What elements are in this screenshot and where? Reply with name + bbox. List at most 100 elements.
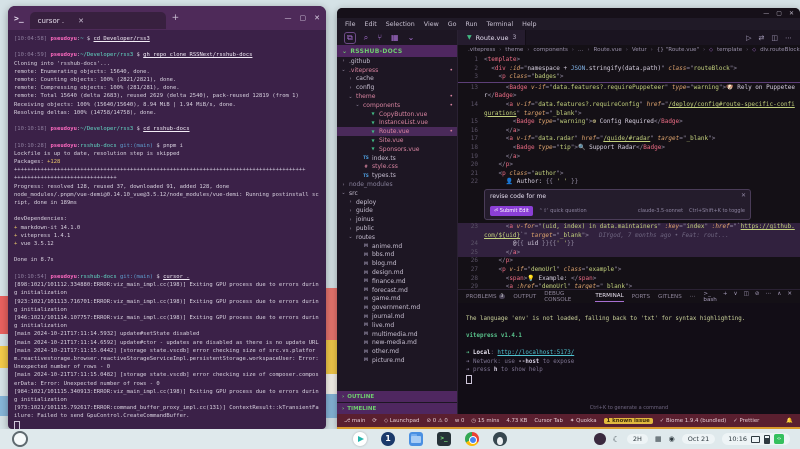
code-line[interactable]: 3 <p class="badges"> (458, 73, 800, 83)
code-line[interactable]: 20 </p> (458, 161, 800, 170)
tree-folder-deploy[interactable]: ›deploy (337, 198, 457, 207)
breadcrumb-item[interactable]: template (717, 47, 742, 53)
code-line[interactable]: 28 <span>💡 Example: </span> (458, 275, 800, 284)
code-line[interactable]: 17 <a v-if="data.radar" href="/guide/#ra… (458, 135, 800, 144)
vscode-titlebar[interactable]: — ▢ ✕ (337, 8, 800, 18)
menu-file[interactable]: File (345, 21, 356, 28)
tree-folder-config[interactable]: ›config (337, 83, 457, 92)
tab-route-vue[interactable]: ▼ Route.vue 3 (458, 30, 526, 45)
code-editor[interactable]: 1<template>2 <div :id="namespace + JSON.… (458, 55, 800, 289)
model-selector[interactable]: claude-3.5-sonnet (638, 207, 683, 216)
status-item-15-mins[interactable]: ◷ 15 mins (471, 418, 499, 424)
code-line[interactable]: 14 <a v-if="data.features?.requireConfig… (458, 101, 800, 118)
terminal-tab[interactable]: cursor . ✕ (30, 12, 166, 29)
tree-file-CopyButton.vue[interactable]: ▼CopyButton.vue (337, 110, 457, 119)
editor-action-icon[interactable]: ◫ (771, 34, 778, 42)
status-tray[interactable]: ☾ 2H ▦ ◉ Oct 21 10:16 ‹› (594, 433, 800, 445)
status-item-quokka[interactable]: ✦ Quokka (570, 418, 597, 424)
code-line[interactable]: 1<template> (458, 56, 800, 65)
minimize-icon[interactable]: — (763, 10, 769, 17)
code-line[interactable]: 2 <div :id="namespace + JSON.stringify(d… (458, 65, 800, 74)
status-item-[interactable]: ⟳ (372, 418, 377, 424)
tree-file-multimedia.md[interactable]: Mmultimedia.md (337, 330, 457, 339)
code-line[interactable]: 26 </p> (458, 257, 800, 266)
source-control-icon[interactable]: ⑂ (377, 33, 382, 42)
tree-file-Sponsors.vue[interactable]: ▼Sponsors.vue (337, 145, 457, 154)
tree-folder-.github[interactable]: ›.github (337, 57, 457, 66)
panel-control-icon[interactable]: ∨ (734, 291, 738, 303)
tree-file-Site.vue[interactable]: ▼Site.vue (337, 136, 457, 145)
tree-file-blog.md[interactable]: Mblog.md (337, 259, 457, 268)
menu-selection[interactable]: Selection (386, 21, 415, 28)
code-line[interactable]: 13 <Badge v-if="data.features?.requirePu… (458, 84, 800, 101)
minimize-icon[interactable]: — (285, 14, 292, 22)
panel-control-icon[interactable]: ◫ (744, 291, 749, 303)
status-item-[interactable]: 🔔 (786, 418, 793, 424)
code-line[interactable]: 25 </a> (458, 249, 800, 258)
screen-time-badge[interactable]: 2H (627, 434, 648, 444)
code-line[interactable]: 23 <a v-for="(uid, index) in data.mainta… (458, 223, 800, 240)
maximize-icon[interactable]: ▢ (776, 10, 782, 17)
tree-folder-components[interactable]: ⌄components• (337, 101, 457, 110)
tree-folder-joinus[interactable]: ›joinus (337, 215, 457, 224)
tree-file-design.md[interactable]: Mdesign.md (337, 268, 457, 277)
tree-file-other.md[interactable]: Mother.md (337, 347, 457, 356)
status-item-launchpad[interactable]: ◇ Launchpad (384, 418, 420, 424)
new-tab-icon[interactable]: + (172, 13, 180, 23)
integrated-terminal[interactable]: The language 'env' is not loaded, fallin… (458, 303, 800, 405)
panel-control-icon[interactable]: ⊘ (755, 291, 760, 303)
panel-tab-gitlens[interactable]: GITLENS (658, 292, 682, 302)
chevron-down-icon[interactable]: ⌄ (408, 33, 415, 42)
tree-folder-.vitepress[interactable]: ⌄.vitepress• (337, 66, 457, 75)
terminal-output[interactable]: [10:04:58] pseudoyu:~ $ cd Developer/rss… (8, 30, 326, 429)
status-item-0[interactable]: ᴡ 0 (455, 418, 465, 424)
close-icon[interactable]: ✕ (741, 192, 746, 201)
tree-folder-cache[interactable]: ›cache (337, 75, 457, 84)
status-item-1-known-issue[interactable]: 1 known issue (604, 418, 653, 424)
shelf-app-penguin[interactable] (493, 432, 507, 446)
panel-tab-output[interactable]: OUTPUT (513, 292, 536, 302)
launcher-button[interactable] (12, 431, 28, 447)
tree-file-Route.vue[interactable]: ▼Route.vue• (337, 127, 457, 136)
status-item-cursor-tab[interactable]: Cursor Tab (534, 418, 563, 424)
panel-control-icon[interactable]: + (723, 291, 728, 303)
shelf-app-terminal[interactable]: >_ (437, 432, 451, 446)
close-icon[interactable]: ✕ (314, 14, 320, 22)
breadcrumb-item[interactable]: Route.vue (594, 47, 622, 53)
tree-folder-public[interactable]: ›public (337, 224, 457, 233)
tree-folder-node_modules[interactable]: ›node_modules (337, 180, 457, 189)
breadcrumb-item[interactable]: components (533, 47, 568, 53)
tree-file-picture.md[interactable]: Mpicture.md (337, 356, 457, 365)
panel-control-icon[interactable]: ⋯ (766, 291, 772, 303)
tree-file-government.md[interactable]: Mgovernment.md (337, 303, 457, 312)
tree-file-bbs.md[interactable]: Mbbs.md (337, 251, 457, 260)
status-item-prettier[interactable]: ✓ Prettier (733, 418, 759, 424)
code-line[interactable]: 22 👤 Author: {{ ' ' }} (458, 178, 800, 187)
menu-edit[interactable]: Edit (365, 21, 377, 28)
code-line[interactable]: 15 <Badge type="warning">⚙ Config Requir… (458, 118, 800, 127)
breadcrumb-item[interactable]: Vetur (632, 47, 647, 53)
tree-file-style.css[interactable]: #style.css (337, 163, 457, 172)
code-line[interactable]: 27 <p v-if="demoUrl" class="example"> (458, 266, 800, 275)
tree-file-journal.md[interactable]: Mjournal.md (337, 312, 457, 321)
shelf-app-chrome[interactable] (465, 432, 479, 446)
clock-and-status[interactable]: 10:16 ‹› (722, 433, 790, 445)
panel-control-icon[interactable]: ∧ (777, 291, 781, 303)
shelf-app-one-password[interactable]: 1 (381, 432, 395, 446)
tree-folder-src[interactable]: ⌄src (337, 189, 457, 198)
panel-control-icon[interactable]: ✕ (787, 291, 792, 303)
inline-ai-edit-widget[interactable]: ✕revise code for me⏎ Submit Edit⌃⇧' quic… (484, 189, 751, 220)
panel-tab-terminal[interactable]: TERMINAL (595, 291, 623, 302)
shelf-app-files[interactable] (409, 432, 423, 446)
ai-prompt-input[interactable]: revise code for me (490, 193, 745, 203)
breadcrumb-item[interactable]: … (578, 47, 584, 53)
menu-help[interactable]: Help (522, 21, 536, 28)
panel-control-icon[interactable]: >_ bash (703, 291, 716, 303)
tree-file-forecast.md[interactable]: Mforecast.md (337, 286, 457, 295)
explorer-header[interactable]: ⌄ RSSHUB-DOCS (337, 45, 457, 57)
breadcrumb-item[interactable]: .vitepress (468, 47, 495, 53)
tree-folder-theme[interactable]: ⌄theme• (337, 92, 457, 101)
tree-file-new-media.md[interactable]: Mnew-media.md (337, 339, 457, 348)
menu-go[interactable]: Go (448, 21, 457, 28)
submit-edit-button[interactable]: ⏎ Submit Edit (490, 206, 533, 217)
